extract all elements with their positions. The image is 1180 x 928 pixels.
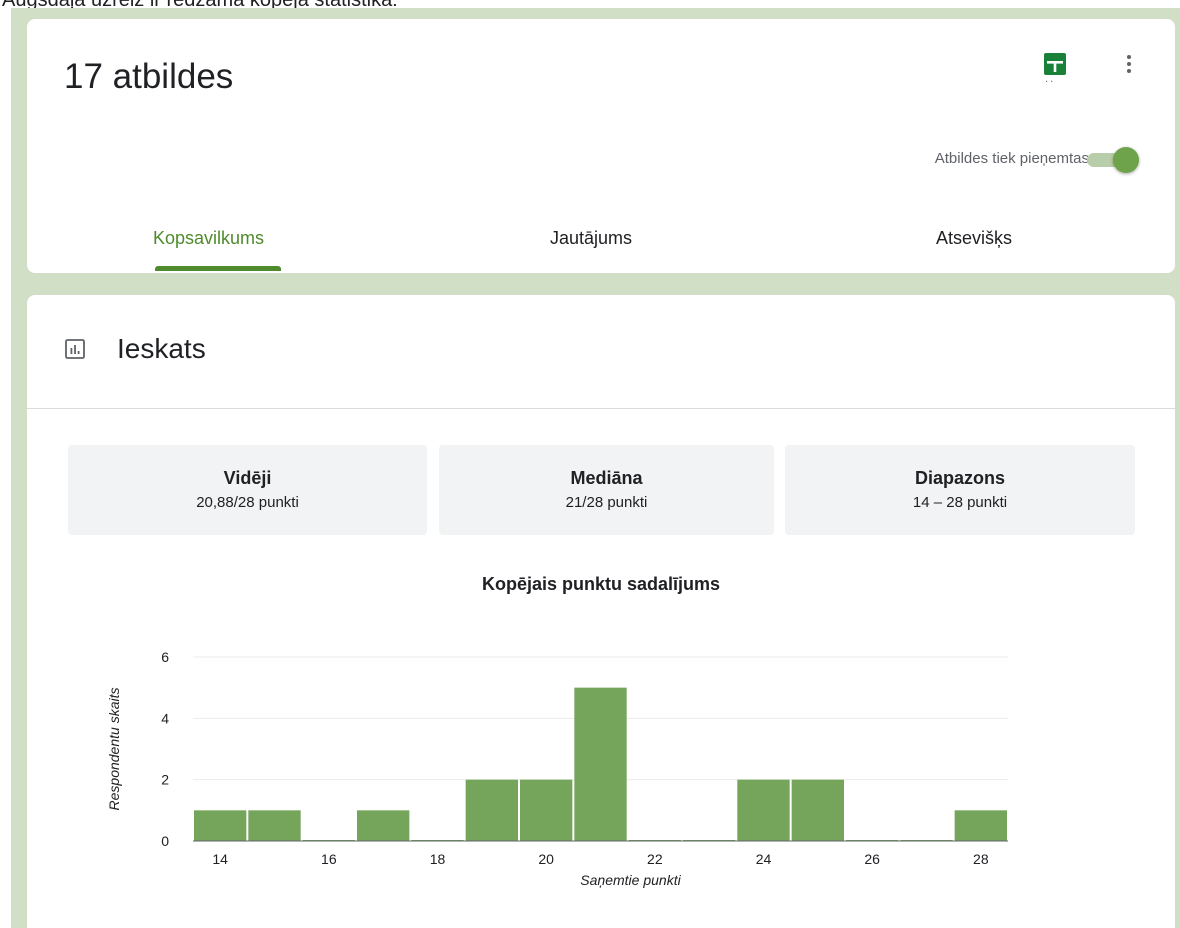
histogram-bar — [574, 687, 627, 841]
y-tick-label: 2 — [161, 772, 169, 788]
x-tick-label: 22 — [647, 851, 663, 867]
y-tick-label: 4 — [161, 710, 169, 726]
insights-card: Ieskats Vidēji 20,88/28 punkti Mediāna 2… — [27, 295, 1175, 928]
score-distribution-chart: 024614 16 18 20 22 24 26 28Saņemtie punktiRespo… — [106, 649, 1008, 888]
x-tick-label: 14 — [212, 851, 228, 867]
responses-count-title: 17 atbildes — [64, 57, 234, 96]
tab-question[interactable]: Jautājums — [550, 228, 632, 249]
accepting-responses-label: Atbildes tiek pieņemtas — [934, 150, 1089, 167]
tab-summary[interactable]: Kopsavilkums — [153, 228, 264, 249]
accepting-responses-toggle[interactable] — [1085, 147, 1141, 173]
y-axis-title: Respondentu skaits — [106, 688, 122, 811]
toggle-thumb — [1113, 147, 1139, 173]
x-tick-label: 24 — [756, 851, 772, 867]
x-tick-label: 18 — [430, 851, 446, 867]
histogram-bar — [465, 779, 518, 841]
tab-individual[interactable]: Atsevišķs — [936, 228, 1012, 249]
x-tick-label: 28 — [973, 851, 989, 867]
active-tab-indicator — [155, 266, 281, 271]
y-tick-label: 6 — [161, 649, 169, 665]
histogram-bar — [520, 779, 573, 841]
x-axis-title: Saņemtie punkti — [580, 872, 681, 888]
sheets-icon[interactable] — [1043, 52, 1067, 76]
histogram-bar — [194, 810, 247, 841]
x-tick-label: 16 — [321, 851, 337, 867]
histogram-bar — [791, 779, 844, 841]
histogram-bar — [357, 810, 410, 841]
histogram-bar — [737, 779, 790, 841]
histogram-bar — [954, 810, 1007, 841]
responses-header-card: 17 atbildes ·· Atbildes tiek pieņemtas K… — [27, 19, 1175, 273]
y-tick-label: 0 — [161, 833, 169, 849]
x-tick-label: 20 — [538, 851, 554, 867]
sheets-dots: ·· — [1045, 77, 1056, 88]
histogram-bar — [248, 810, 301, 841]
more-options-icon[interactable] — [1117, 52, 1141, 80]
x-tick-label: 26 — [864, 851, 880, 867]
